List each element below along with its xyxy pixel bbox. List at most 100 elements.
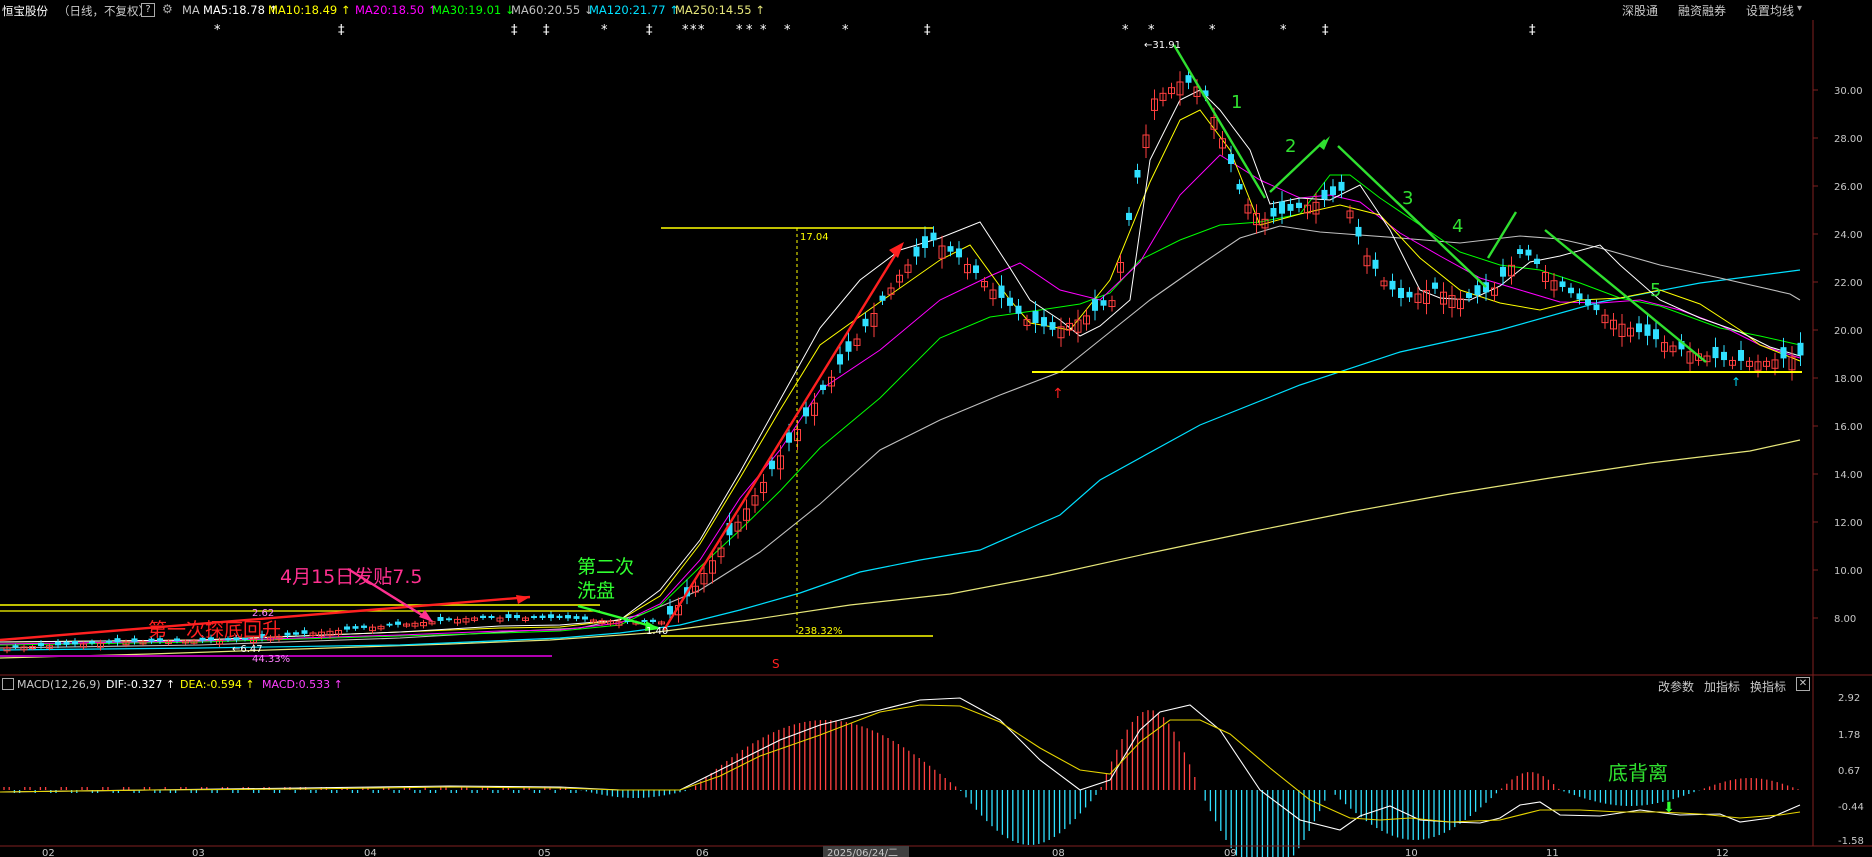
candle-down [114, 638, 121, 643]
event-marker[interactable]: * [784, 23, 791, 38]
event-marker[interactable]: ‡ [511, 23, 518, 38]
candle-down [1372, 259, 1379, 269]
candle-down [1721, 351, 1727, 361]
event-marker[interactable]: * [214, 23, 221, 38]
candle-down [947, 246, 954, 252]
ma-value-2: MA20:18.50 ↑ [355, 3, 438, 17]
event-marker[interactable]: ‡ [924, 23, 931, 38]
candle-down [1568, 287, 1574, 294]
divergence-arrow-icon: ⬇ [1663, 800, 1675, 816]
event-marker[interactable]: * [760, 23, 767, 38]
candle-down [1236, 183, 1243, 190]
candle-down [361, 625, 367, 628]
ma-value-0: MA5:18.78 ↑ [203, 3, 279, 17]
event-marker[interactable]: ‡ [1322, 23, 1329, 38]
candle-down [922, 236, 928, 248]
close-icon[interactable]: ✕ [1796, 677, 1810, 691]
candle-down [548, 614, 554, 618]
margin-trading-button[interactable]: 融资融券 [1678, 2, 1726, 19]
chart-header: 恒宝股份 （日线，不复权） ? ⚙ MA MA5:18.78 ↑ MA10:18.… [0, 0, 1872, 20]
candle-down [38, 642, 44, 647]
gear-icon[interactable]: ⚙ [162, 2, 173, 16]
date-tick: 02 [42, 848, 55, 857]
macd-dif: DIF:-0.327 ↑ [106, 678, 176, 691]
candle-down [930, 232, 937, 241]
macd-toggle-icon[interactable] [2, 678, 14, 690]
period-label[interactable]: （日线，不复权） [58, 3, 150, 19]
price-tick: 12.00 [1834, 518, 1863, 529]
candle-down [913, 246, 920, 257]
candle-down [106, 640, 112, 643]
candle-down [1287, 203, 1294, 211]
candle-down [344, 626, 350, 630]
fib-1-40-label: 1.40 [646, 626, 668, 637]
macd-title[interactable]: MACD(12,26,9) [17, 678, 101, 691]
event-marker[interactable]: * [682, 23, 689, 38]
change-params-button[interactable]: 改参数 [1658, 678, 1694, 695]
candle-down [386, 623, 393, 626]
wave-2: 2 [1285, 136, 1296, 157]
candle-down [582, 616, 588, 620]
candle-down [1355, 226, 1362, 237]
candle-down [1712, 346, 1719, 359]
macd-tick: 0.67 [1838, 766, 1860, 777]
event-marker[interactable]: * [1280, 23, 1287, 38]
date-tick: 2025/06/24/二 [827, 848, 898, 857]
candle-down [480, 615, 486, 618]
candle-down [1330, 186, 1336, 195]
candle-down [437, 617, 444, 621]
annotation-first: 第一次探底回升 [148, 619, 281, 641]
candle-down [1015, 305, 1022, 314]
fib-44-label: 44.33% [252, 654, 290, 665]
ma-value-1: MA10:18.49 ↑ [268, 3, 351, 17]
ma-label[interactable]: MA [182, 3, 200, 17]
candle-down [446, 618, 452, 621]
ma120-line [0, 269, 1801, 651]
add-indicator-button[interactable]: 加指标 [1704, 678, 1740, 695]
candle-down [1321, 189, 1328, 200]
uptrend-arrow-main-head [889, 242, 904, 258]
candle-down [845, 341, 852, 352]
event-marker[interactable]: * [601, 23, 608, 38]
chevron-down-icon[interactable]: ▾ [1797, 3, 1802, 14]
stock-name[interactable]: 恒宝股份 [2, 3, 48, 19]
candle-down [1007, 297, 1013, 306]
fib-top-label: 17.04 [800, 232, 829, 243]
candle-down [1228, 154, 1234, 164]
candle-down [1525, 249, 1532, 256]
candle-down [55, 641, 61, 646]
switch-indicator-button[interactable]: 换指标 [1750, 678, 1786, 695]
annotation-0415: 4月15日发贴7.5 [280, 566, 422, 588]
event-marker[interactable]: ‡ [1529, 23, 1536, 38]
event-marker[interactable]: * [698, 23, 705, 38]
shenguton-button[interactable]: 深股通 [1622, 2, 1658, 19]
macd-tick: 2.92 [1838, 693, 1860, 704]
wave4-arrow [1486, 211, 1518, 259]
event-marker[interactable]: ‡ [543, 23, 550, 38]
event-marker[interactable]: ‡ [338, 23, 345, 38]
event-marker[interactable]: * [1122, 23, 1129, 38]
candle-down [12, 645, 19, 648]
event-marker[interactable]: * [690, 23, 697, 38]
event-marker[interactable]: * [736, 23, 743, 38]
event-marker[interactable]: * [842, 23, 849, 38]
event-marker[interactable]: * [1148, 23, 1155, 38]
kline-chart[interactable]: * ‡ ‡ ‡ * ‡ * * * * * * * * ‡ * * * * ‡ ‡ ↑ ↑ 17.04 238.32% … [0, 20, 1872, 857]
ma-value-4: MA60:20.55 ↓ [511, 3, 594, 17]
help-icon[interactable]: ? [141, 3, 155, 17]
set-ma-button[interactable]: 设置均线 [1746, 2, 1794, 19]
candle-down [837, 354, 843, 365]
event-marker[interactable]: * [1209, 23, 1216, 38]
uptrend-arrow-main [662, 243, 904, 631]
event-marker[interactable]: * [746, 23, 753, 38]
candle-down [1653, 329, 1659, 340]
price-tick: 26.00 [1834, 182, 1863, 193]
candle-down [1041, 317, 1047, 327]
wave1-arrow [1172, 44, 1267, 199]
candle-down [1474, 285, 1481, 296]
candle-down [1559, 281, 1566, 287]
event-marker[interactable]: ‡ [646, 23, 653, 38]
macd-dea-line [0, 704, 1801, 823]
candle-down [301, 630, 308, 634]
candle-down [293, 632, 299, 635]
